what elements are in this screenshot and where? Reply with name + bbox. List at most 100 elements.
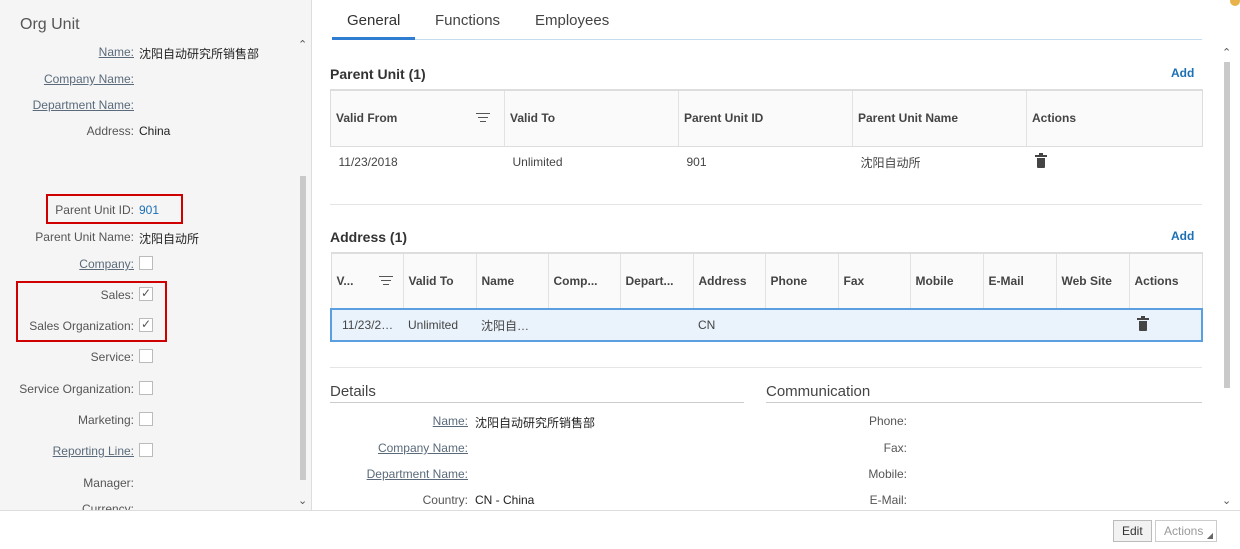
column-header-valid-to[interactable]: Valid To [504,89,679,147]
column-header-valid-from[interactable]: Valid From [330,89,505,147]
tab-employees[interactable]: Employees [520,12,624,40]
cell-name: 沈阳自动研... [476,308,548,342]
cell-mobile [910,308,983,342]
field-currency: Currency: [0,500,290,510]
column-header-address[interactable]: Address [692,252,765,310]
company-checkbox[interactable] [139,256,153,270]
cell-valid-to: Unlimited [403,308,476,342]
cell-email [983,308,1056,342]
reporting-line-checkbox[interactable] [139,443,153,457]
table-row[interactable]: 11/23/2018 Unlimited 沈阳自动研... CN [330,308,1203,342]
cell-valid-from: 11/23/2018 [330,308,403,342]
detail-company-name: Company Name: [333,439,693,459]
sort-icon[interactable] [378,276,393,286]
field-parent-unit-name: Parent Unit Name: 沈阳自动所 [0,228,290,248]
scroll-up-icon[interactable]: ⌃ [298,38,307,51]
table-row[interactable]: 11/23/2018 Unlimited 901 沈阳自动所 [331,146,1203,178]
field-address: Address: China [0,122,290,142]
field-label[interactable]: Name: [99,45,134,59]
column-header-name[interactable]: Name [475,252,548,310]
detail-department-name: Department Name: [333,465,693,485]
delete-icon[interactable] [1137,315,1149,331]
cell-parent-unit-name: 沈阳自动所 [860,155,921,170]
detail-label: Country: [422,493,468,507]
detail-country: Country: CN - China [333,491,693,510]
field-value: China [139,124,171,138]
cell-address: CN [693,308,765,342]
field-label[interactable]: Reporting Line: [53,444,134,458]
tab-functions[interactable]: Functions [420,12,515,40]
cell-valid-to: Unlimited [512,155,563,170]
field-label: Marketing: [77,413,134,427]
field-parent-unit-id: Parent Unit ID: 901 [0,201,290,221]
communication-email: E-Mail: [765,491,915,510]
field-label: Sales Organization: [29,319,134,333]
cell-parent-unit-id-link[interactable]: 901 [679,146,853,178]
service-organization-checkbox[interactable] [139,381,153,395]
field-label[interactable]: Department Name: [33,98,134,112]
service-checkbox[interactable] [139,349,153,363]
cell-department [620,308,693,342]
sales-organization-checkbox[interactable] [139,317,153,332]
scrollbar-thumb[interactable] [300,176,306,480]
scrollbar-thumb[interactable] [1224,62,1230,388]
dropdown-corner-icon: ◢ [1206,531,1213,540]
marketing-checkbox[interactable] [139,412,153,426]
column-header-company[interactable]: Comp... [547,252,620,310]
field-label: Service: [90,350,134,364]
column-header-valid-from[interactable]: V... [330,252,403,310]
scroll-down-icon[interactable]: ⌄ [298,494,307,507]
detail-name: Name: 沈阳自动研究所销售部 [333,412,693,432]
column-header-parent-unit-id[interactable]: Parent Unit ID [678,89,853,147]
sales-checkbox[interactable] [139,286,153,301]
column-header-actions: Actions [1026,89,1203,147]
scroll-up-icon[interactable]: ⌃ [1222,46,1231,59]
cell-actions [1027,146,1203,178]
column-header-web-site[interactable]: Web Site [1055,252,1129,310]
field-company-name: Company Name: [0,70,290,90]
field-label: Address: [86,124,134,138]
communication-section-title: Communication [766,383,871,400]
column-header-email[interactable]: E-Mail [982,252,1056,310]
cell-fax [838,308,910,342]
scroll-down-icon[interactable]: ⌄ [1222,494,1231,507]
parent-unit-section-title: Parent Unit (1) [330,66,426,82]
column-header-fax[interactable]: Fax [837,252,910,310]
cell-valid-from: 11/23/2018 [338,155,398,170]
divider [330,367,1202,368]
field-label: Parent Unit Name: [35,230,134,244]
column-header-parent-unit-name[interactable]: Parent Unit Name [852,89,1027,147]
field-name: Name: 沈阳自动研究所销售部 [0,43,290,63]
address-section-title: Address (1) [330,229,408,245]
detail-label[interactable]: Company Name: [378,441,468,455]
actions-menu-button[interactable]: Actions ◢ [1155,520,1217,542]
panel-title: Org Unit [20,16,80,33]
column-header-valid-to[interactable]: Valid To [402,252,476,310]
add-address-button[interactable]: Add [1171,229,1194,243]
parent-unit-id-link[interactable]: 901 [139,203,159,217]
field-label: Manager: [83,476,134,490]
field-department-name: Department Name: [0,96,290,116]
column-header-actions: Actions [1128,252,1203,310]
column-header-phone[interactable]: Phone [764,252,838,310]
actions-label: Actions [1164,524,1204,538]
field-label: Currency: [81,502,134,510]
communication-fax: Fax: [765,439,915,459]
add-parent-unit-button[interactable]: Add [1171,66,1194,80]
cell-actions [1129,308,1203,342]
field-reporting-line: Reporting Line: [0,442,290,462]
detail-label[interactable]: Name: [433,414,468,428]
delete-icon[interactable] [1034,152,1047,168]
column-header-mobile[interactable]: Mobile [909,252,983,310]
tab-general[interactable]: General [332,12,416,40]
column-header-department[interactable]: Depart... [619,252,693,310]
edit-button[interactable]: Edit [1113,520,1152,542]
field-value: 沈阳自动所 [139,232,200,246]
sort-icon[interactable] [476,113,490,123]
footer-toolbar: Edit Actions ◢ [0,510,1240,549]
divider [330,204,1202,205]
field-label[interactable]: Company Name: [44,72,134,86]
detail-label[interactable]: Department Name: [367,467,468,481]
communication-label: Mobile: [868,467,907,481]
field-label[interactable]: Company: [79,257,134,271]
